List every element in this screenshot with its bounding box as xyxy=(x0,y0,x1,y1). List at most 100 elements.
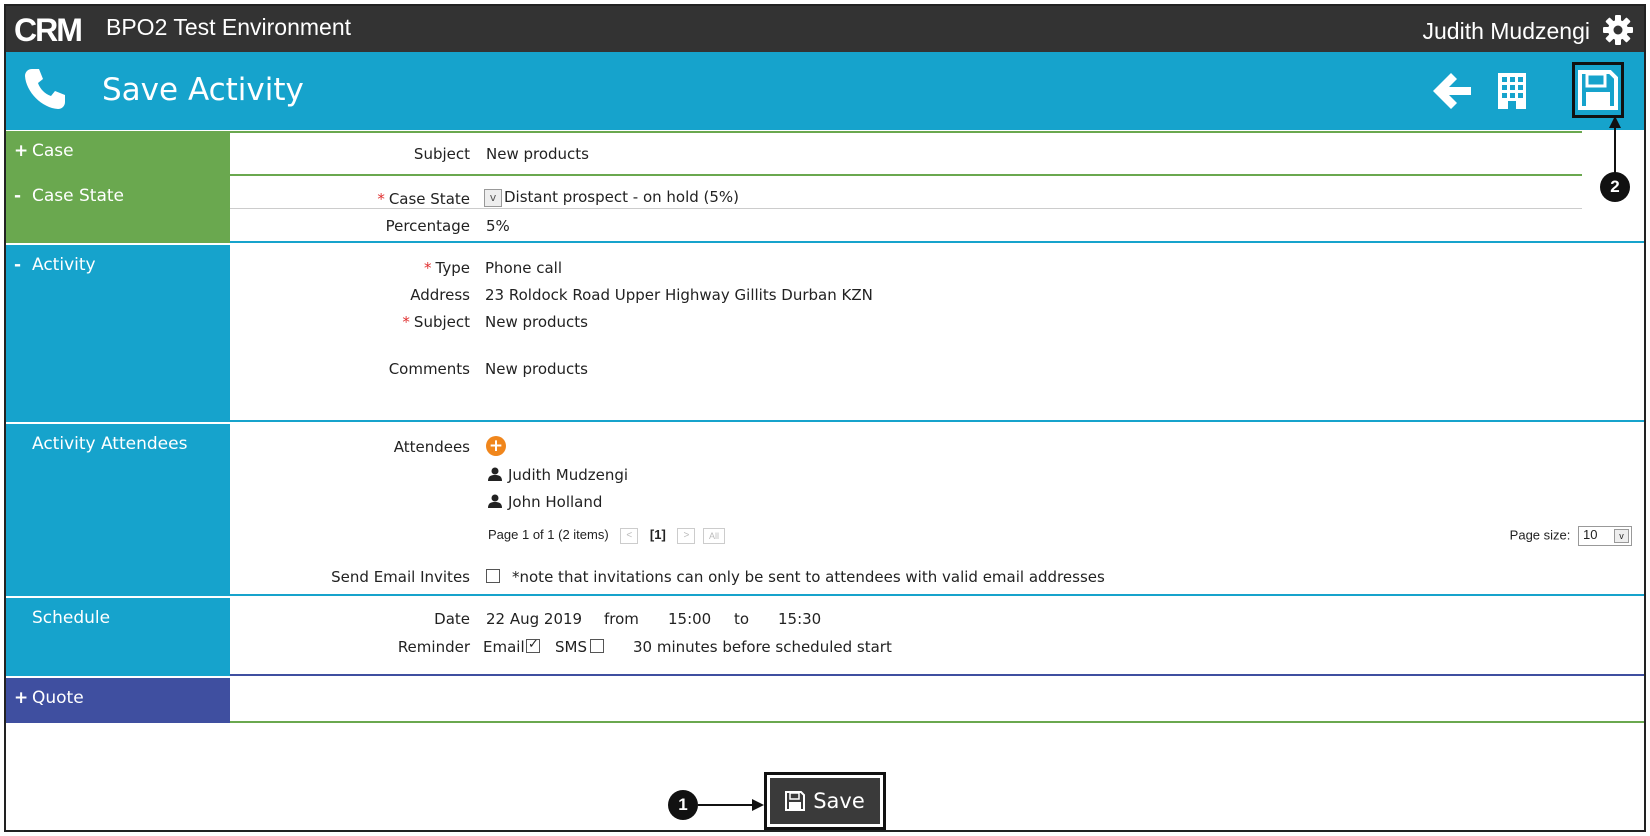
required-marker: * xyxy=(402,313,410,331)
attendees-body: Attendees + Judith Mudzengi John Holland… xyxy=(230,424,1644,596)
back-button[interactable] xyxy=(1428,66,1476,116)
prev-page-button[interactable]: < xyxy=(620,527,639,544)
case-state-section: - Case State * Case State v Distant prospec… xyxy=(6,176,1644,243)
type-label: * Type xyxy=(230,259,470,277)
email-reminder-checkbox[interactable] xyxy=(526,637,540,653)
case-state-select[interactable]: v Distant prospect - on hold (5%) xyxy=(484,188,739,207)
divider xyxy=(230,131,1582,133)
crm-logo: CRM xyxy=(14,14,83,46)
percentage-value: 5% xyxy=(486,217,510,235)
address-label: Address xyxy=(410,286,470,304)
date-label: Date xyxy=(434,610,470,628)
expand-symbol: + xyxy=(14,141,29,161)
attendees-label: Attendees xyxy=(393,438,470,456)
person-icon xyxy=(488,494,502,508)
quote-section-toggle[interactable]: + Quote xyxy=(6,678,230,723)
callout-1-arrowhead xyxy=(752,799,764,811)
from-time: 15:00 xyxy=(668,610,712,628)
activity-section-label: Activity xyxy=(32,255,96,275)
chevron-down-icon[interactable]: v xyxy=(1614,529,1629,543)
page-size-value: 10 xyxy=(1583,527,1598,542)
page-header: Save Activity xyxy=(6,52,1644,130)
schedule-section-label: Schedule xyxy=(6,598,230,676)
activity-subject-value: New products xyxy=(485,313,588,331)
quote-section: + Quote xyxy=(6,678,1644,723)
current-page[interactable]: [1] xyxy=(650,527,666,542)
header-save-button[interactable] xyxy=(1572,62,1624,118)
page-size-select[interactable]: 10 v xyxy=(1578,526,1632,546)
case-section-toggle[interactable]: + Case xyxy=(6,131,230,176)
comments-value: New products xyxy=(485,360,588,378)
attendee-item[interactable]: John Holland xyxy=(488,493,602,511)
attendees-pager: Page 1 of 1 (2 items) < [1] > All xyxy=(488,527,727,544)
case-body: Subject New products xyxy=(230,131,1644,176)
chevron-down-icon[interactable]: v xyxy=(484,188,502,207)
activity-subject-label: * Subject xyxy=(230,313,470,331)
attendee-item[interactable]: Judith Mudzengi xyxy=(488,466,628,484)
phone-icon xyxy=(25,69,65,109)
next-page-button[interactable]: > xyxy=(677,527,696,544)
type-label-text: Type xyxy=(435,259,470,277)
callout-1-arrow xyxy=(698,804,754,806)
activity-section-toggle[interactable]: - Activity xyxy=(6,245,230,422)
date-value: 22 Aug 2019 xyxy=(486,610,583,628)
reminder-text: 30 minutes before scheduled start xyxy=(633,638,892,656)
divider xyxy=(230,721,1644,723)
person-icon xyxy=(488,467,502,481)
user-name[interactable]: Judith Mudzengi xyxy=(1423,18,1591,45)
quote-body xyxy=(230,678,1644,723)
page-size-control: Page size: 10 v xyxy=(1510,526,1632,546)
case-section: + Case Subject New products xyxy=(6,131,1644,176)
case-state-section-label: Case State xyxy=(32,186,125,206)
building-button[interactable] xyxy=(1488,66,1536,116)
comments-label: Comments xyxy=(388,360,470,378)
save-button[interactable]: Save xyxy=(764,772,886,830)
sms-reminder-checkbox[interactable] xyxy=(590,639,604,653)
divider xyxy=(230,674,1644,676)
sms-label: SMS xyxy=(555,638,587,656)
attendees-section-label: Activity Attendees xyxy=(6,424,230,596)
send-invites-label: Send Email Invites xyxy=(331,568,470,586)
case-state-label: * Case State xyxy=(230,190,470,208)
required-marker: * xyxy=(377,190,385,208)
case-state-label-text: Case State xyxy=(388,190,470,208)
activity-body: * Type Phone call Address 23 Roldock Road… xyxy=(230,245,1644,422)
schedule-body: Date 22 Aug 2019 from 15:00 to 15:30 Rem… xyxy=(230,598,1644,676)
send-invites-checkbox[interactable] xyxy=(486,569,500,583)
case-subject-value: New products xyxy=(486,145,589,163)
case-state-body: * Case State v Distant prospect - on hold … xyxy=(230,176,1644,243)
page-size-label: Page size: xyxy=(1509,527,1571,543)
attendee-name: Judith Mudzengi xyxy=(508,466,629,484)
divider xyxy=(230,594,1644,596)
save-button-body: Save xyxy=(770,778,880,824)
arrow-left-icon xyxy=(1433,73,1471,109)
percentage-label: Percentage xyxy=(385,217,470,235)
divider xyxy=(230,241,1644,243)
required-marker: * xyxy=(424,259,432,277)
page-title: Save Activity xyxy=(102,72,304,108)
building-icon xyxy=(1498,73,1526,109)
send-invites-note: *note that invitations can only be sent … xyxy=(512,568,1105,586)
callout-2-arrowhead xyxy=(1609,116,1621,128)
activity-subject-label-text: Subject xyxy=(413,313,470,331)
email-label: Email xyxy=(483,638,525,656)
case-state-value: Distant prospect - on hold (5%) xyxy=(504,188,740,206)
case-state-section-toggle[interactable]: - Case State xyxy=(6,176,230,243)
attendees-section-label-text: Activity Attendees xyxy=(32,434,188,454)
attendees-section: Activity Attendees Attendees + Judith Mu… xyxy=(6,424,1644,596)
gear-icon[interactable] xyxy=(1602,14,1634,46)
schedule-section: Schedule Date 22 Aug 2019 from 15:00 to … xyxy=(6,598,1644,676)
schedule-section-label-text: Schedule xyxy=(32,608,111,628)
address-value: 23 Roldock Road Upper Highway Gillits Du… xyxy=(485,286,873,304)
svg-text:CRM: CRM xyxy=(14,14,81,46)
to-time: 15:30 xyxy=(778,610,822,628)
collapse-symbol: - xyxy=(14,186,22,206)
all-pages-button[interactable]: All xyxy=(703,527,726,544)
environment-title: BPO2 Test Environment xyxy=(106,14,352,40)
callout-1: 1 xyxy=(668,790,698,820)
save-button-label: Save xyxy=(813,789,865,813)
quote-section-label: Quote xyxy=(32,688,84,708)
collapse-symbol: - xyxy=(14,255,22,275)
from-label: from xyxy=(604,610,639,628)
add-attendee-button[interactable]: + xyxy=(486,436,506,456)
